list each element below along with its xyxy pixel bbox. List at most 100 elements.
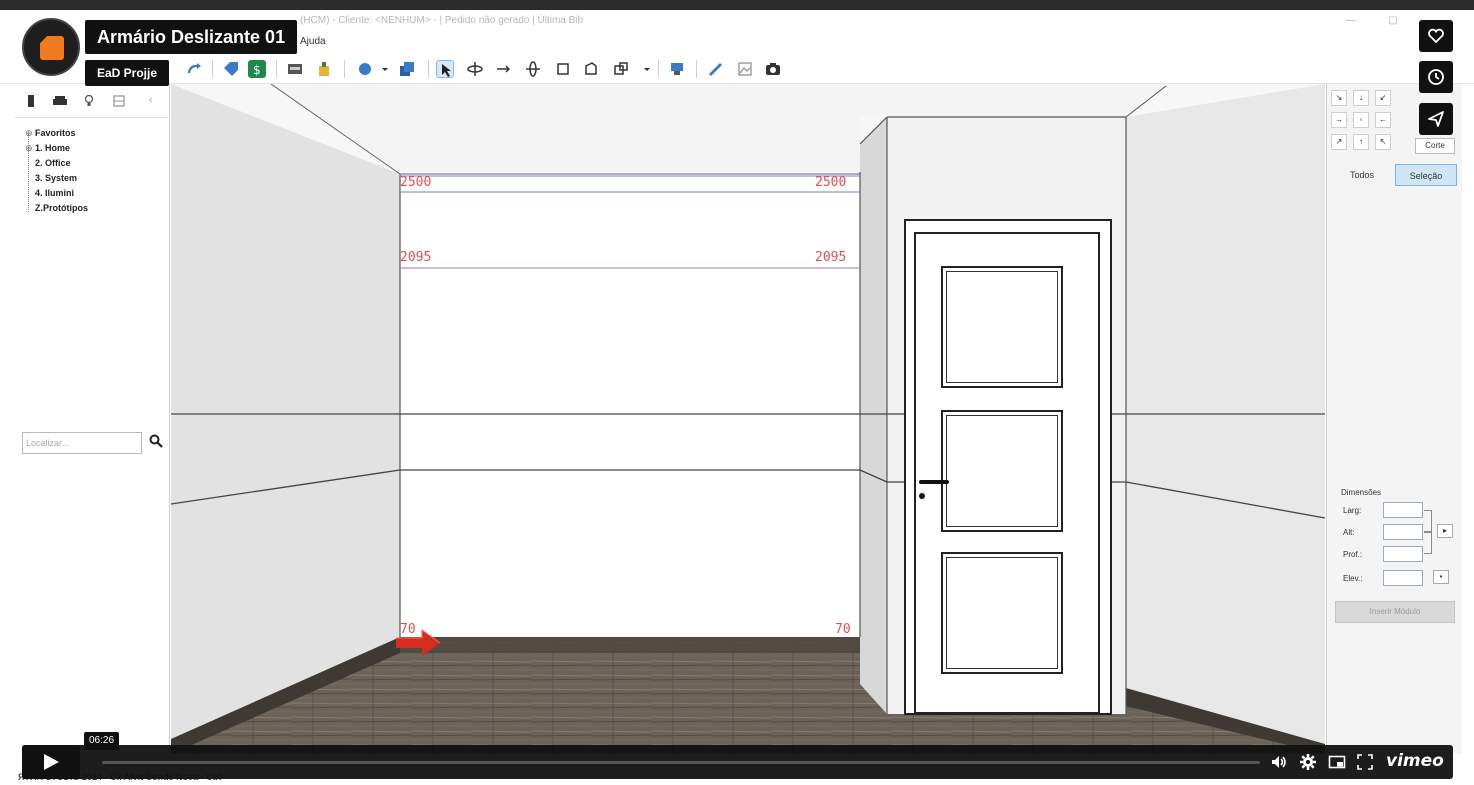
budget-icon[interactable]: $ [248, 60, 266, 78]
door-lock [919, 493, 925, 499]
toolbar-separator [344, 60, 345, 78]
library-panel: ‹ ⊕ Favoritos ⊕ 1. Home 2. Office 3. Syste… [15, 84, 170, 754]
properties-panel: ↘ ↓ ↙ → ◦ ← ↗ ↑ ↖ Corte Todos Seleção Di… [1326, 84, 1462, 754]
back-wall [400, 174, 860, 637]
share-button[interactable] [1419, 103, 1453, 135]
view-side-icon[interactable] [582, 60, 600, 78]
expand-icon[interactable]: ⊕ [25, 141, 35, 156]
play-button[interactable] [22, 745, 80, 779]
layers-icon[interactable] [398, 60, 416, 78]
elevation-option-button[interactable]: • [1433, 570, 1449, 584]
paint-icon[interactable] [316, 60, 334, 78]
camera-icon[interactable] [764, 60, 782, 78]
view-n-icon[interactable]: ↓ [1353, 90, 1369, 106]
player-controls: vimeo [22, 745, 1453, 779]
origin-arrow-icon[interactable] [396, 628, 442, 658]
render-icon[interactable] [668, 60, 686, 78]
cabinet-icon[interactable] [25, 94, 37, 107]
width-label: Larg: [1343, 506, 1362, 515]
depth-label: Prof.: [1343, 550, 1363, 559]
width-field[interactable] [1383, 502, 1423, 518]
video-title[interactable]: Armário Deslizante 01 [85, 20, 298, 54]
view-sw-icon[interactable]: ↗ [1331, 134, 1347, 150]
tree-item-label: Z.Protótipos [35, 203, 88, 213]
rotate-view-icon[interactable] [466, 60, 484, 78]
door-handle [919, 480, 949, 484]
settings-icon[interactable] [1299, 753, 1317, 771]
door-panel [941, 552, 1063, 674]
pan-view-icon[interactable] [494, 60, 512, 78]
video-player: (HCM) - Cliente: <NENHUM> - | Pedido não… [0, 0, 1474, 785]
tree-item-home[interactable]: ⊕ 1. Home [25, 141, 88, 156]
tree-item-office[interactable]: 2. Office [25, 156, 88, 171]
view-center-icon[interactable]: ◦ [1353, 112, 1369, 128]
height-field[interactable] [1383, 524, 1423, 540]
library-tree: ⊕ Favoritos ⊕ 1. Home 2. Office 3. System … [25, 126, 88, 216]
view-w-icon[interactable]: → [1331, 112, 1347, 128]
tree-item-system[interactable]: 3. System [25, 171, 88, 186]
dropdown-arrow-icon[interactable] [380, 60, 390, 78]
link-bracket [1424, 510, 1432, 532]
view-s-icon[interactable]: ↑ [1353, 134, 1369, 150]
toolbar-separator [428, 60, 429, 78]
sofa-icon[interactable] [53, 94, 67, 106]
menu-help[interactable]: Ajuda [300, 36, 326, 47]
lamp-icon[interactable] [83, 94, 95, 106]
library-search-input[interactable]: Localizar... [22, 432, 142, 454]
tree-item-label: Favoritos [35, 128, 76, 138]
picture-in-picture-icon[interactable] [1328, 753, 1346, 771]
toolbar-separator [276, 60, 277, 78]
view-top-icon[interactable] [612, 60, 630, 78]
redo-icon[interactable] [186, 60, 204, 78]
tree-item-prototipos[interactable]: Z.Protótipos [25, 201, 88, 216]
select-tool-icon[interactable] [436, 60, 454, 78]
tab-todos[interactable]: Todos [1331, 164, 1393, 186]
tree-item-label: 3. System [35, 173, 78, 183]
maximize-icon[interactable]: ▢ [1386, 15, 1400, 27]
tag-icon[interactable] [222, 60, 240, 78]
search-icon[interactable] [149, 434, 165, 450]
tree-item-ilumini[interactable]: 4. Ilumini [25, 186, 88, 201]
elevation-field[interactable] [1383, 570, 1423, 586]
view-e-icon[interactable]: ← [1375, 112, 1391, 128]
channel-logo[interactable] [22, 18, 80, 76]
view-ne-icon[interactable]: ↙ [1375, 90, 1391, 106]
send-icon [1428, 111, 1444, 127]
vimeo-logo[interactable]: vimeo [1386, 751, 1444, 771]
3d-viewport[interactable]: 2500 2500 2095 2095 70 70 [171, 84, 1325, 754]
tree-item-label: 2. Office [35, 158, 71, 168]
pillar-side [860, 117, 887, 714]
view-nw-icon[interactable]: ↘ [1331, 90, 1347, 106]
furniture-icon[interactable] [286, 60, 304, 78]
measure-icon[interactable] [706, 60, 724, 78]
apply-dimensions-button[interactable]: ▸ [1437, 524, 1453, 538]
expand-icon[interactable]: ⊕ [25, 126, 35, 141]
like-button[interactable] [1419, 20, 1453, 52]
minimize-icon[interactable]: — [1344, 15, 1358, 27]
view-se-icon[interactable]: ↖ [1375, 134, 1391, 150]
collapse-icon[interactable]: ‹ [149, 94, 161, 106]
view-front-icon[interactable] [554, 60, 572, 78]
progress-bar[interactable] [102, 761, 1260, 764]
tree-item-favoritos[interactable]: ⊕ Favoritos [25, 126, 88, 141]
volume-icon[interactable] [1270, 753, 1288, 771]
depth-field[interactable] [1383, 546, 1423, 562]
tab-selecao[interactable]: Seleção [1395, 164, 1457, 186]
fullscreen-icon[interactable] [1356, 753, 1374, 771]
texture-icon[interactable] [113, 94, 125, 107]
globe-icon[interactable] [356, 60, 374, 78]
watch-later-button[interactable] [1419, 61, 1453, 93]
insert-module-button[interactable]: Inserir Módulo [1335, 601, 1455, 623]
link-bracket [1424, 532, 1432, 554]
orbit-icon[interactable] [524, 60, 542, 78]
corte-button[interactable]: Corte [1415, 138, 1455, 154]
play-icon [44, 754, 59, 770]
dimension-label: 2095 [815, 250, 847, 265]
image-icon[interactable] [736, 60, 754, 78]
room-scene [171, 84, 1325, 754]
heart-icon [1428, 28, 1444, 44]
elevation-label: Elev.: [1343, 574, 1363, 583]
dropdown-arrow-icon[interactable] [642, 60, 652, 78]
video-byline[interactable]: EaD Projje [85, 60, 170, 86]
door-panel [941, 410, 1063, 532]
